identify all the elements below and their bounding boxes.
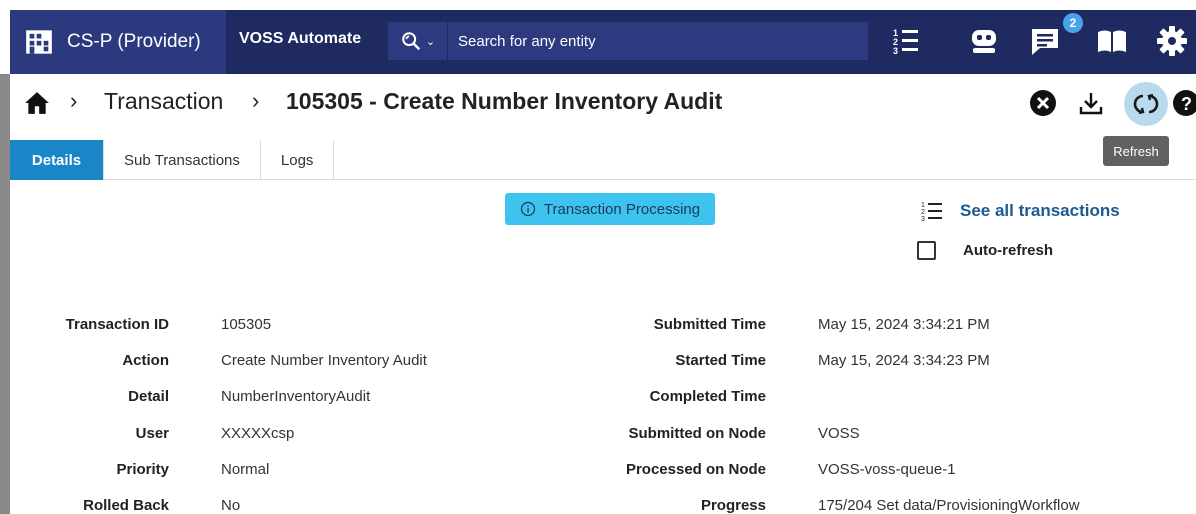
label-submitted-node: Submitted on Node	[628, 425, 767, 442]
label-rolled-back: Rolled Back	[83, 497, 169, 514]
tab-logs[interactable]: Logs	[261, 140, 335, 180]
chat-icon	[1032, 29, 1058, 55]
transaction-list-button[interactable]: 1 2 3	[890, 24, 924, 58]
svg-text:?: ?	[1181, 94, 1192, 114]
see-all-transactions-link[interactable]: 1 2 3 See all transactions	[920, 199, 1120, 223]
value-transaction-id: 105305	[221, 316, 272, 333]
value-started-time: May 15, 2024 3:34:23 PM	[818, 352, 990, 369]
breadcrumb-transaction[interactable]: Transaction	[104, 88, 223, 115]
label-started-time: Started Time	[675, 352, 766, 369]
value-detail: NumberInventoryAudit	[221, 388, 371, 405]
label-transaction-id: Transaction ID	[65, 316, 169, 333]
bot-icon	[972, 30, 996, 53]
value-submitted-time: May 15, 2024 3:34:21 PM	[818, 316, 990, 333]
status-label: Transaction Processing	[543, 200, 701, 218]
assistant-button[interactable]	[967, 24, 1001, 58]
list-icon: 1 2 3	[893, 28, 918, 56]
chevron-right-icon: ›	[70, 88, 78, 113]
label-progress: Progress	[700, 497, 766, 514]
status-badge: Transaction Processing	[505, 193, 715, 225]
value-action: Create Number Inventory Audit	[221, 352, 427, 369]
search-bar: ⌄	[388, 22, 868, 60]
left-edge	[0, 74, 10, 514]
messages-button[interactable]	[1028, 24, 1062, 58]
chevron-down-icon: ⌄	[425, 35, 436, 48]
label-completed-time: Completed Time	[649, 388, 766, 405]
value-rolled-back: No	[221, 497, 241, 514]
value-submitted-node: VOSS	[818, 425, 860, 442]
building-icon	[26, 30, 52, 54]
svg-text:1: 1	[921, 202, 925, 209]
home-icon[interactable]	[24, 90, 50, 116]
search-scope-icon	[402, 32, 420, 51]
label-action: Action	[122, 352, 169, 369]
value-processed-node: VOSS-voss-queue-1	[818, 461, 956, 478]
notification-badge: 2	[1063, 13, 1083, 33]
gear-icon	[1157, 26, 1187, 56]
auto-refresh-label: Auto-refresh	[963, 242, 1054, 259]
book-icon	[1098, 30, 1126, 52]
value-priority: Normal	[221, 461, 270, 478]
info-icon	[520, 201, 536, 217]
label-submitted-time: Submitted Time	[653, 316, 766, 333]
search-input[interactable]	[458, 32, 848, 50]
tab-details[interactable]: Details	[10, 140, 104, 180]
label-priority: Priority	[116, 461, 169, 478]
help-icon[interactable]: ?	[1172, 89, 1196, 117]
value-progress: 175/204 Set data/ProvisioningWorkflow	[818, 497, 1080, 514]
tenant-name: CS-P (Provider)	[67, 31, 201, 52]
page-title: 105305 - Create Number Inventory Audit	[286, 88, 723, 114]
refresh-button[interactable]	[1124, 82, 1168, 126]
list-icon: 1 2 3	[921, 202, 942, 223]
search-scope-dropdown[interactable]: ⌄	[388, 22, 448, 60]
auto-refresh-checkbox[interactable]	[917, 241, 936, 260]
label-processed-node: Processed on Node	[625, 461, 766, 478]
auto-refresh-toggle[interactable]: Auto-refresh	[917, 241, 1053, 260]
close-icon[interactable]	[1029, 89, 1057, 117]
breadcrumb: › Transaction › 105305 - Create Number I…	[10, 80, 1196, 128]
tab-sub-transactions[interactable]: Sub Transactions	[104, 140, 261, 180]
settings-button[interactable]	[1155, 24, 1189, 58]
tenant-selector[interactable]: CS-P (Provider)	[10, 10, 226, 74]
tab-bar: Details Sub Transactions Logs	[10, 140, 1196, 180]
value-user: XXXXXcsp	[221, 425, 295, 442]
top-header: CS-P (Provider) VOSS Automate ⌄ 1 2 3	[10, 10, 1196, 74]
svg-text:3: 3	[893, 46, 898, 56]
app-name: VOSS Automate	[239, 30, 362, 47]
svg-text:3: 3	[921, 216, 925, 223]
download-icon[interactable]	[1077, 89, 1105, 117]
label-detail: Detail	[128, 388, 169, 405]
label-user: User	[135, 425, 169, 442]
refresh-icon	[1133, 93, 1159, 115]
svg-text:2: 2	[921, 209, 925, 216]
see-all-label: See all transactions	[960, 201, 1120, 220]
documentation-button[interactable]	[1095, 24, 1129, 58]
chevron-right-icon: ›	[252, 88, 260, 113]
